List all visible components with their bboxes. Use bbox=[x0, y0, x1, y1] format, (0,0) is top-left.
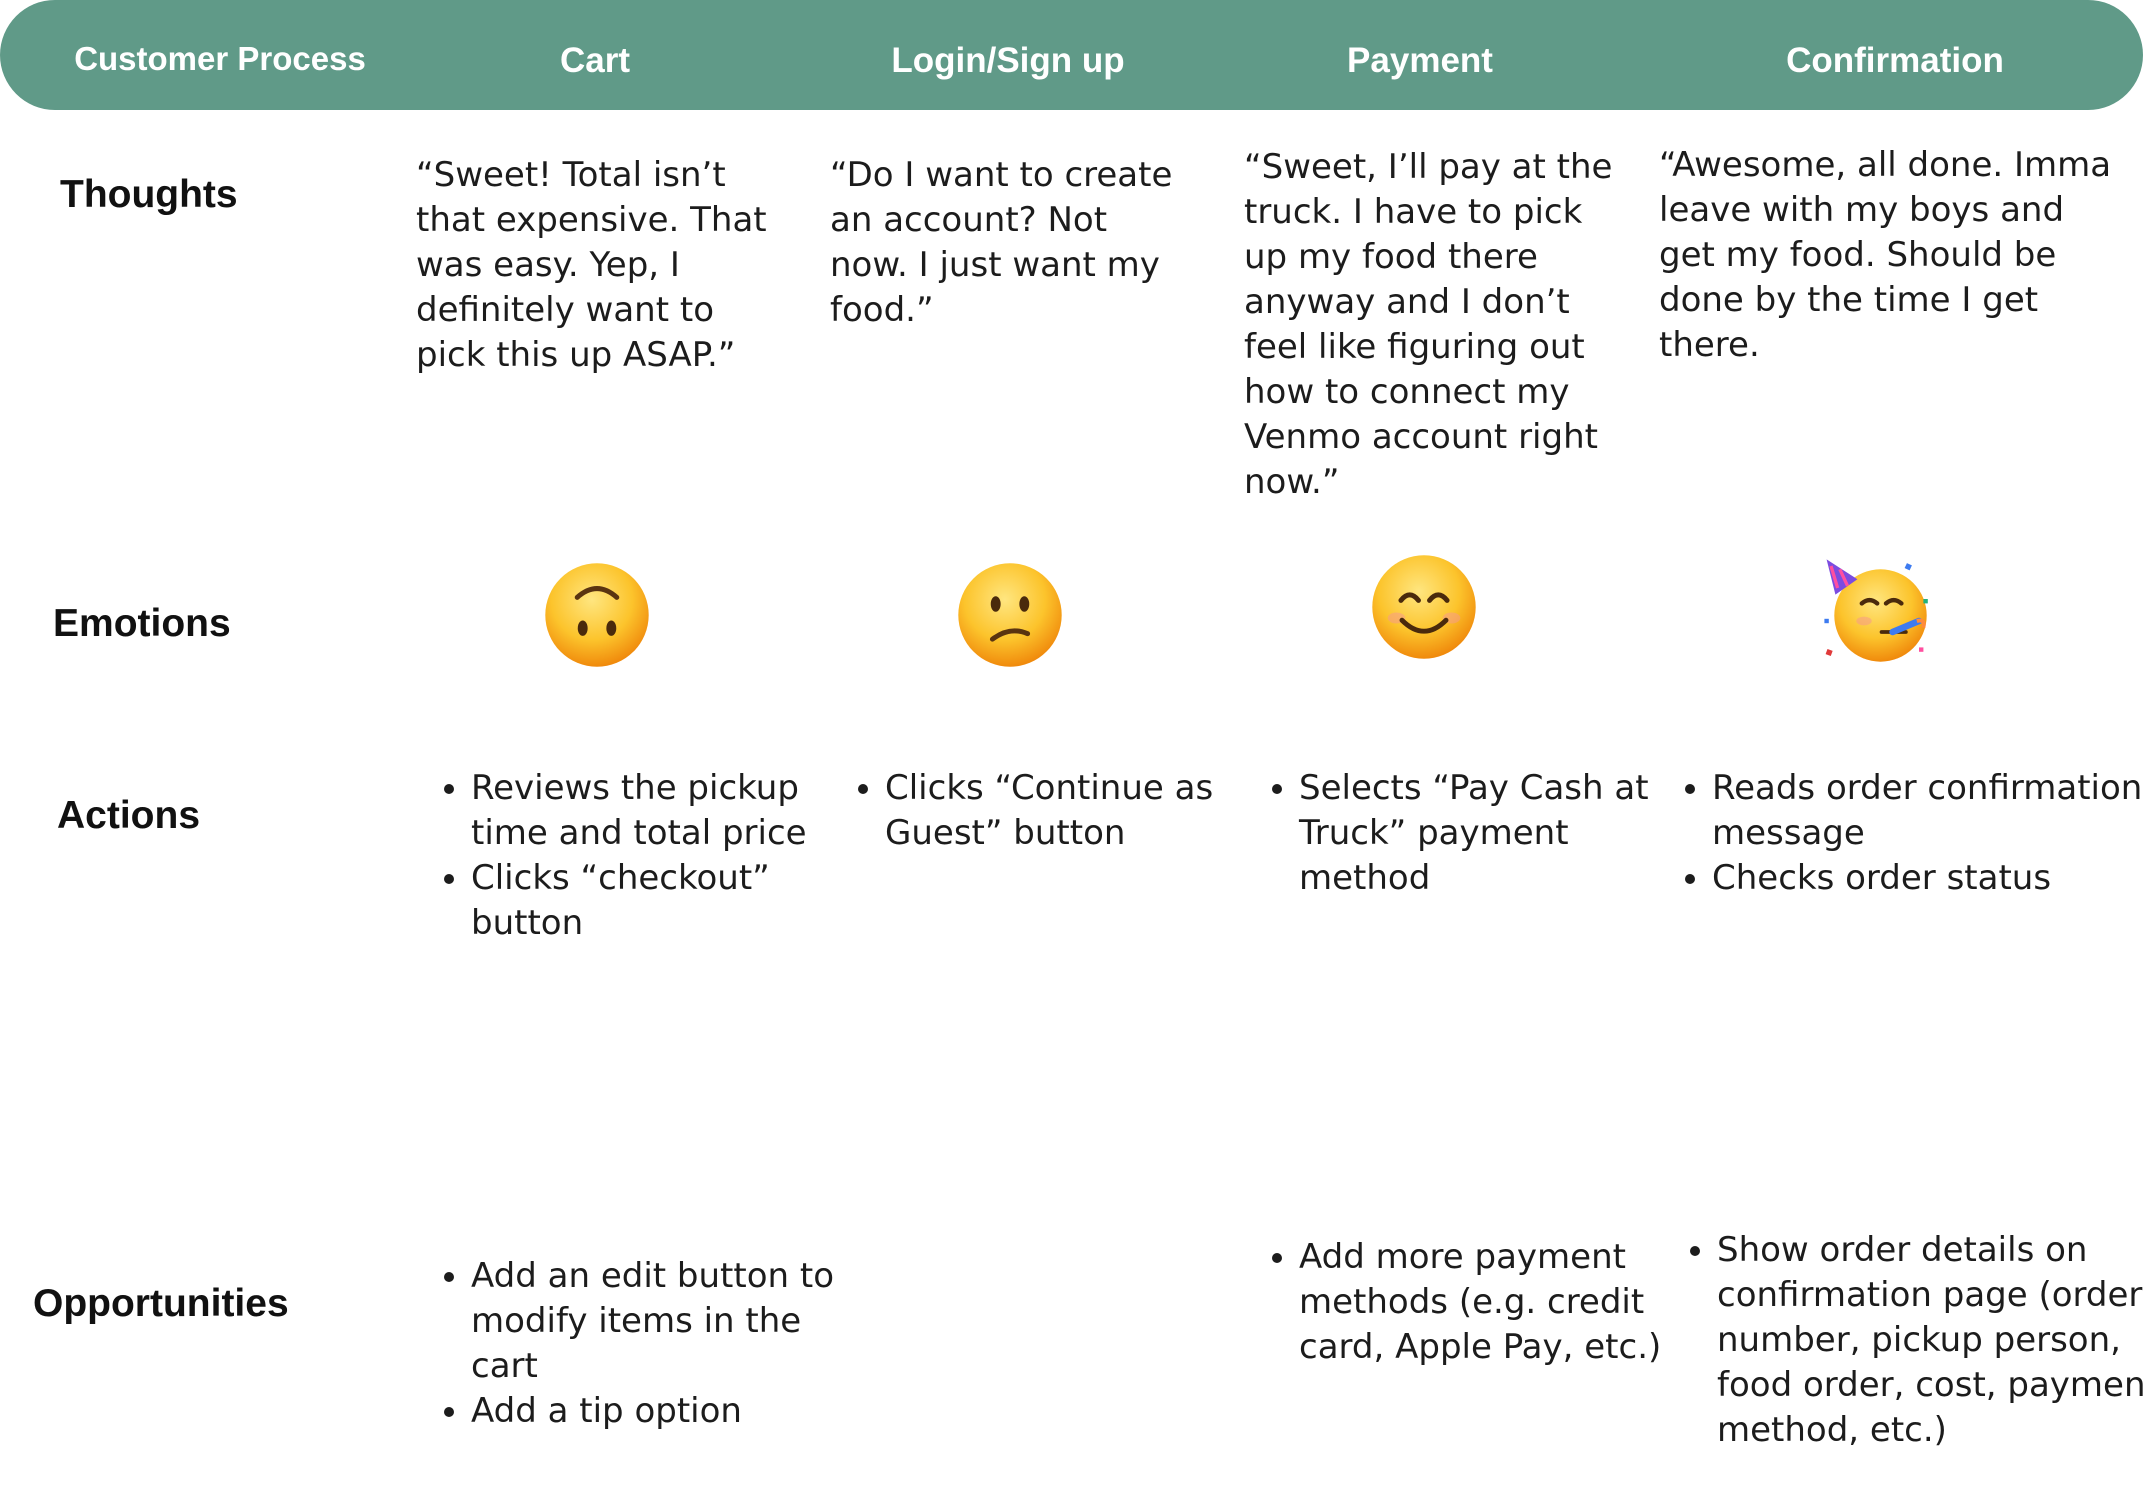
list-item: Reads order confirmation message bbox=[1712, 766, 2145, 856]
row-label-actions: Actions bbox=[57, 794, 201, 837]
opportunities-confirmation-list: Show order details on confirmation page … bbox=[1663, 1228, 2145, 1453]
thought-cart: “Sweet! Total isn’t that expensive. That… bbox=[416, 153, 778, 378]
confused-face-icon bbox=[955, 560, 1065, 670]
list-item: Show order details on confirmation page … bbox=[1717, 1228, 2145, 1453]
list-item: Reviews the pickup time and total price bbox=[471, 766, 851, 856]
header-stage-confirmation: Confirmation bbox=[1786, 41, 2004, 80]
actions-login-list: Clicks “Continue as Guest” button bbox=[831, 766, 1265, 856]
thought-payment: “Sweet, I’ll pay at the truck. I have to… bbox=[1244, 145, 1616, 505]
list-item: Selects “Pay Cash at Truck” payment meth… bbox=[1299, 766, 1679, 901]
row-label-emotions: Emotions bbox=[53, 602, 231, 645]
header-stage-login: Login/Sign up bbox=[891, 41, 1125, 80]
upside-down-face-icon bbox=[542, 560, 652, 670]
thought-payment-text: “Sweet, I’ll pay at the truck. I have to… bbox=[1244, 147, 1613, 502]
list-item: Add a tip option bbox=[471, 1389, 851, 1434]
list-item: Add an edit button to modify items in th… bbox=[471, 1254, 851, 1389]
thought-confirmation: “Awesome, all done. Imma leave with my b… bbox=[1659, 143, 2129, 368]
opportunities-payment-list: Add more payment methods (e.g. credit ca… bbox=[1245, 1235, 1679, 1370]
thought-confirmation-text: “Awesome, all done. Imma leave with my b… bbox=[1659, 145, 2112, 365]
actions-payment-list: Selects “Pay Cash at Truck” payment meth… bbox=[1245, 766, 1679, 901]
list-item: Checks order status bbox=[1712, 856, 2145, 901]
list-item: Clicks “checkout” button bbox=[471, 856, 851, 946]
actions-confirmation-list: Reads order confirmation message Checks … bbox=[1658, 766, 2145, 901]
opportunities-cart-list: Add an edit button to modify items in th… bbox=[417, 1254, 851, 1434]
partying-face-icon bbox=[1820, 555, 1930, 665]
list-item: Clicks “Continue as Guest” button bbox=[885, 766, 1265, 856]
header-customer-process: Customer Process bbox=[74, 40, 366, 77]
list-item: Add more payment methods (e.g. credit ca… bbox=[1299, 1235, 1679, 1370]
thought-login-text: “Do I want to create an account? Not now… bbox=[830, 155, 1173, 330]
thought-login: “Do I want to create an account? Not now… bbox=[830, 153, 1192, 333]
header-stage-cart: Cart bbox=[559, 41, 631, 80]
header-stage-payment: Payment bbox=[1347, 41, 1493, 80]
smiling-face-with-smiling-eyes-icon bbox=[1369, 552, 1479, 662]
thought-cart-text: “Sweet! Total isn’t that expensive. That… bbox=[416, 155, 767, 375]
row-label-opportunities: Opportunities bbox=[33, 1282, 289, 1325]
row-label-thoughts: Thoughts bbox=[60, 173, 238, 216]
actions-cart-list: Reviews the pickup time and total price … bbox=[417, 766, 851, 946]
